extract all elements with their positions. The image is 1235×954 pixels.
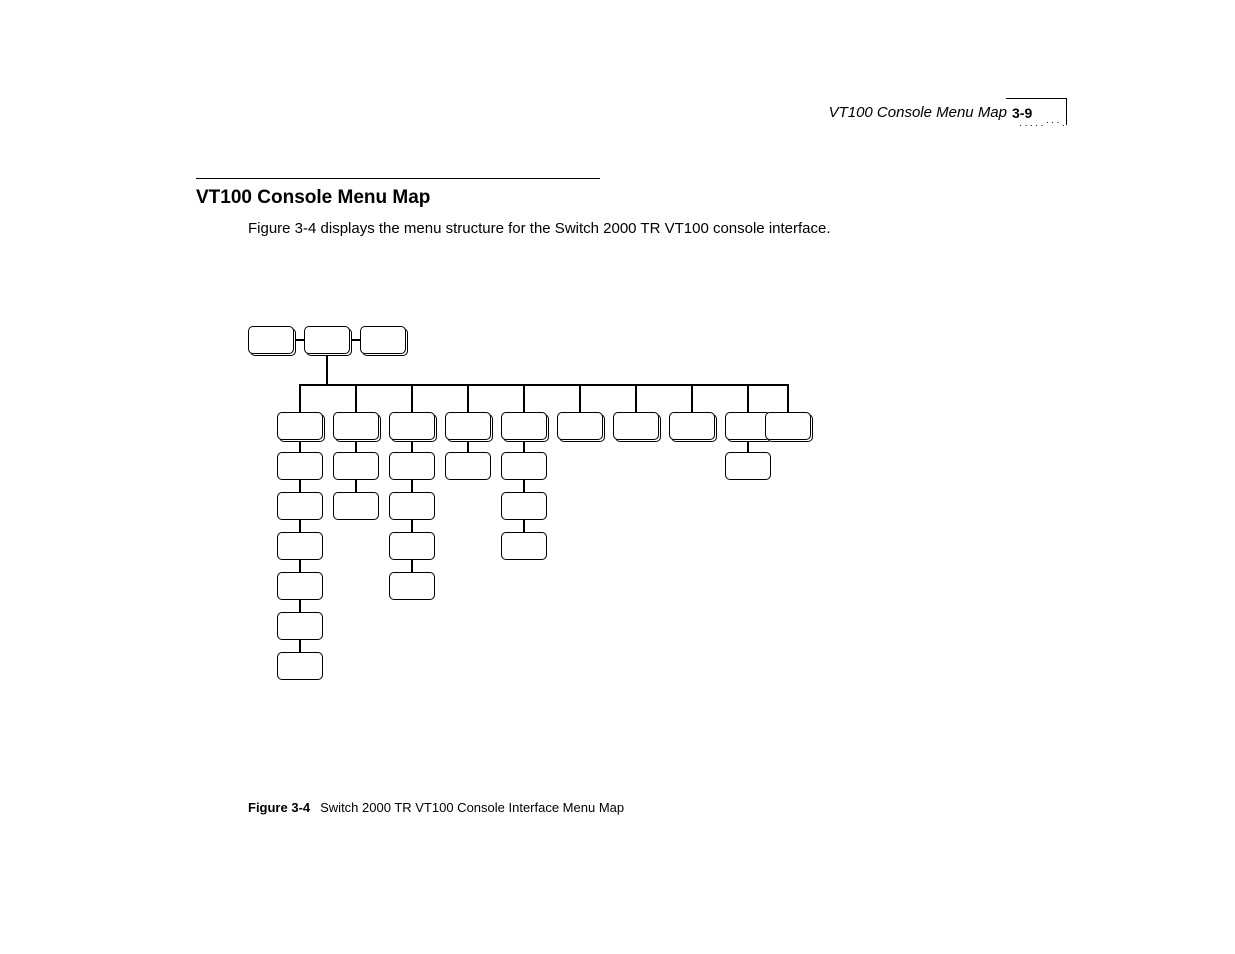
- header-dots: ·········: [1013, 120, 1067, 131]
- diagram-node: [501, 532, 547, 560]
- diagram-node: [725, 452, 771, 480]
- diagram-node: [669, 412, 715, 440]
- figure-label: Figure 3-4: [248, 800, 310, 815]
- diagram-node: [613, 412, 659, 440]
- diagram-node: [445, 412, 491, 440]
- diagram-node: [277, 652, 323, 680]
- diagram-node: [389, 532, 435, 560]
- diagram-node: [389, 452, 435, 480]
- diagram-node: [557, 412, 603, 440]
- diagram-node: [389, 412, 435, 440]
- diagram-node: [360, 326, 406, 354]
- diagram-node: [277, 412, 323, 440]
- diagram-node: [389, 492, 435, 520]
- page: VT100 Console Menu Map 3-9 ········· VT1…: [0, 0, 1235, 954]
- diagram-node: [277, 612, 323, 640]
- diagram-node: [277, 572, 323, 600]
- diagram-node: [277, 532, 323, 560]
- diagram-node: [333, 492, 379, 520]
- diagram-node: [304, 326, 350, 354]
- page-number: 3-9: [1012, 105, 1032, 121]
- menu-map-diagram: [248, 326, 818, 696]
- section-heading: VT100 Console Menu Map: [196, 187, 1076, 209]
- section-intro: Figure 3-4 displays the menu structure f…: [248, 219, 1076, 239]
- diagram-node: [501, 492, 547, 520]
- running-title: VT100 Console Menu Map: [829, 104, 1007, 121]
- diagram-node: [389, 572, 435, 600]
- diagram-node: [248, 326, 294, 354]
- body: VT100 Console Menu Map Figure 3-4 displa…: [196, 178, 1076, 239]
- section-rule: [196, 178, 600, 179]
- diagram-node: [333, 452, 379, 480]
- diagram-node: [765, 412, 811, 440]
- diagram-node: [501, 452, 547, 480]
- figure-caption-text: Switch 2000 TR VT100 Console Interface M…: [320, 800, 624, 815]
- diagram-node: [445, 452, 491, 480]
- figure-caption: Figure 3-4 Switch 2000 TR VT100 Console I…: [248, 800, 624, 815]
- diagram-node: [277, 452, 323, 480]
- diagram-node: [501, 412, 547, 440]
- diagram-node: [277, 492, 323, 520]
- diagram-node: [333, 412, 379, 440]
